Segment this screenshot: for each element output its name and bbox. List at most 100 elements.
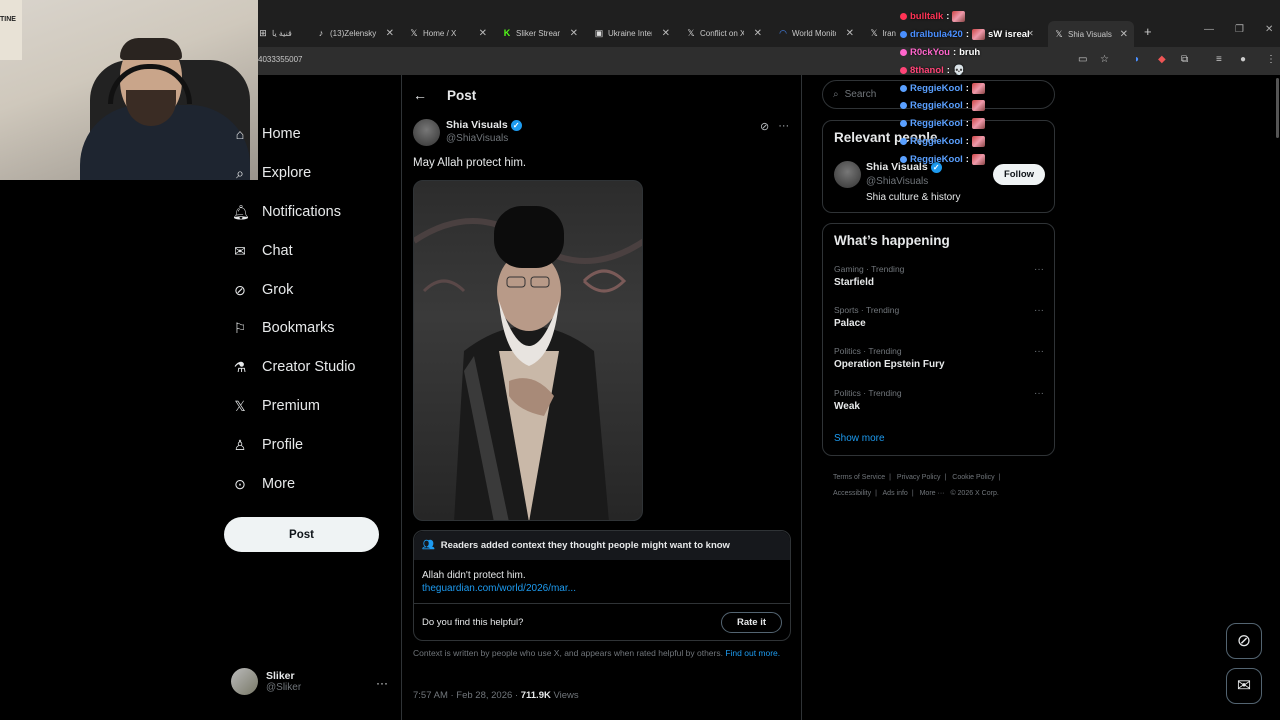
x-logo-icon: 𝕏 <box>410 28 418 38</box>
chat-message: R0ckYou: bruh <box>900 44 1030 62</box>
nav-item-explore[interactable]: ⌕ Explore <box>232 161 311 185</box>
browser-menu-icon[interactable]: ⋮ <box>1266 54 1276 65</box>
grok-icon[interactable]: ⊘ <box>760 120 769 133</box>
find-out-more-link[interactable]: Find out more. <box>725 648 780 658</box>
webcam-overlay: TINE <box>0 0 258 180</box>
account-handle: @Sliker <box>266 682 302 693</box>
grok-floating-button[interactable]: ⊘ <box>1226 623 1262 659</box>
browser-tab[interactable]: ▣ Ukraine Interactive ✕ <box>594 24 670 42</box>
profile-avatar-icon[interactable]: ● <box>1240 54 1246 65</box>
chat-separator: : <box>946 64 950 76</box>
author-name-row[interactable]: Shia Visuals ✓ <box>446 119 522 131</box>
more-dots-icon[interactable]: ··· <box>376 676 388 690</box>
restore-icon[interactable]: ❐ <box>1235 24 1244 35</box>
cast-icon[interactable]: ▭ <box>1078 54 1087 65</box>
browser-tab[interactable]: ♪ (13)Zelensky ✕ <box>316 24 394 42</box>
post-time[interactable]: 7:57 AM · Feb 28, 2026 · <box>413 690 521 701</box>
trend-category: Politics · Trending <box>834 388 902 398</box>
browser-tab-active[interactable]: 𝕏 Shia Visuals ✕ <box>1048 21 1134 47</box>
nav-label: Grok <box>262 282 294 298</box>
tab-close-icon[interactable]: ✕ <box>754 28 762 39</box>
trend-item[interactable]: Gaming · Trending Starfield ··· <box>834 264 1044 288</box>
more-dots-icon[interactable]: ··· <box>778 120 789 133</box>
chat-message: ReggieKool: <box>900 133 1030 151</box>
browser-tab[interactable]: 𝕏 Conflict on X ✕ <box>686 24 762 42</box>
tab-close-icon[interactable]: ✕ <box>846 28 854 39</box>
footer-link[interactable]: Terms of Service <box>833 474 885 481</box>
browser-tab[interactable]: 𝕏 Home / X ✕ <box>409 24 487 42</box>
nav-item-notifications[interactable]: 🔔︎ Notifications <box>232 200 341 224</box>
views-label: Views <box>550 690 579 701</box>
copyright: © 2026 X Corp. <box>950 490 999 497</box>
scrollbar[interactable] <box>1276 78 1279 138</box>
tab-close-icon[interactable]: ✕ <box>1120 29 1128 40</box>
footer-link[interactable]: Accessibility <box>833 490 871 497</box>
show-more-link[interactable]: Show more <box>834 433 885 444</box>
trend-item[interactable]: Sports · Trending Palace ··· <box>834 305 1044 329</box>
tab-label: Ukraine Interactive <box>608 28 652 38</box>
chat-username: 8thanol <box>910 64 944 76</box>
nav-item-premium[interactable]: 𝕏 Premium <box>232 394 320 418</box>
compose-post-button[interactable]: Post <box>224 517 379 552</box>
rate-it-button[interactable]: Rate it <box>721 612 782 633</box>
nav-item-more[interactable]: ⊙ More <box>232 472 295 496</box>
more-dots-icon[interactable]: ··· <box>1034 346 1044 357</box>
tab-close-icon[interactable]: ✕ <box>662 28 670 39</box>
browser-tab[interactable]: ⊞ قنية يا <box>258 24 308 42</box>
close-window-icon[interactable]: ✕ <box>1265 24 1273 35</box>
chat-separator: : <box>965 118 969 130</box>
community-note-source-link[interactable]: theguardian.com/world/2026/mar... <box>422 582 782 595</box>
trend-item[interactable]: Politics · Trending Weak ··· <box>834 388 1044 412</box>
browser-tab[interactable]: ◠ World Monitor ✕ <box>778 24 854 42</box>
nav-item-chat[interactable]: ✉ Chat <box>232 239 293 263</box>
chat-username: bulltalk <box>910 11 944 23</box>
avatar[interactable] <box>834 161 861 188</box>
minimize-icon[interactable]: — <box>1204 24 1214 35</box>
nav-item-profile[interactable]: ♙ Profile <box>232 433 303 457</box>
tab-close-icon[interactable]: ✕ <box>479 28 487 39</box>
browser-tab[interactable]: K Sliker Stream ✕ <box>502 24 578 42</box>
more-dots-icon[interactable]: ··· <box>1034 388 1044 399</box>
nav-item-bookmarks[interactable]: ⚐ Bookmarks <box>232 316 335 340</box>
tab-close-icon[interactable]: ✕ <box>570 28 578 39</box>
nav-label: Premium <box>262 398 321 414</box>
nav-item-creator-studio[interactable]: ⚗ Creator Studio <box>232 355 356 379</box>
community-note-disclaimer: Context is written by people who use X, … <box>413 648 788 659</box>
chat-emote-icon <box>971 118 985 130</box>
chat-badge-icon <box>900 48 907 56</box>
back-arrow-icon[interactable]: ← <box>413 87 427 103</box>
more-dots-icon[interactable]: ··· <box>1034 264 1044 275</box>
extension-sound-icon[interactable]: ◗ <box>1134 54 1140 65</box>
post-image[interactable] <box>413 180 643 521</box>
star-icon[interactable]: ☆ <box>1100 54 1109 65</box>
nav-item-home[interactable]: ⌂ Home <box>232 122 301 146</box>
extensions-icon[interactable]: ⧉ <box>1181 54 1188 65</box>
post-author[interactable]: Shia Visuals ✓ @ShiaVisuals <box>413 119 522 146</box>
browser-tab[interactable]: 𝕏 Iran <box>870 24 896 42</box>
post-photo <box>414 206 642 520</box>
user-icon: ♙ <box>233 437 247 453</box>
verified-badge-icon: ✓ <box>510 119 522 131</box>
url-text[interactable]: 4033355007 <box>258 55 303 64</box>
more-dots-icon[interactable]: ··· <box>1034 305 1044 316</box>
footer-link[interactable]: More ··· <box>920 490 945 497</box>
author-name[interactable]: Shia Visuals <box>446 119 508 131</box>
avatar[interactable] <box>413 119 440 146</box>
trend-item[interactable]: Politics · Trending Operation Epstein Fur… <box>834 346 1044 370</box>
new-tab-icon[interactable]: + <box>1144 24 1152 39</box>
community-note-body: Allah didn't protect him. theguardian.co… <box>414 560 790 595</box>
footer-link[interactable]: Privacy Policy <box>897 474 941 481</box>
author-handle[interactable]: @ShiaVisuals <box>446 133 522 144</box>
tab-label: (13)Zelensky <box>330 28 377 38</box>
reading-list-icon[interactable]: ≡ <box>1216 54 1222 65</box>
extension-shield-icon[interactable]: ◆ <box>1158 54 1166 65</box>
community-note-text: Allah didn't protect him. <box>422 570 526 581</box>
relevant-person-handle[interactable]: @ShiaVisuals <box>866 176 928 187</box>
footer-link[interactable]: Ads info <box>883 490 908 497</box>
account-switcher[interactable]: Sliker @Sliker <box>231 668 301 695</box>
messages-floating-button[interactable]: ✉ <box>1226 668 1262 704</box>
whats-happening-panel: What’s happening Gaming · Trending Starfi… <box>822 223 1055 456</box>
footer-link[interactable]: Cookie Policy <box>952 474 994 481</box>
nav-item-grok[interactable]: ⊘ Grok <box>232 278 293 302</box>
tab-close-icon[interactable]: ✕ <box>386 28 394 39</box>
